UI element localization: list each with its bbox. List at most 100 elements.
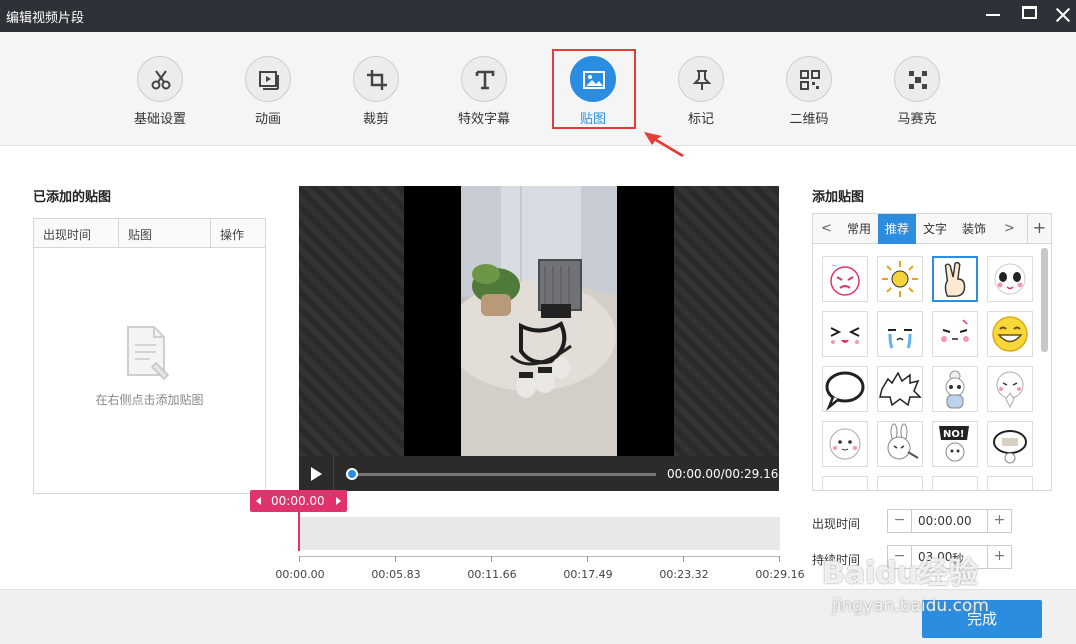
timeline-tick xyxy=(395,556,396,562)
column-appear-time: 出现时间 xyxy=(43,228,92,242)
empty-document-icon xyxy=(127,326,170,381)
sticker-partial-icon[interactable] xyxy=(822,476,868,490)
play-frame-icon xyxy=(259,71,279,90)
tool-crop[interactable]: 裁剪 xyxy=(331,52,421,130)
sticker-angry-icon[interactable]: ~ xyxy=(822,256,868,302)
tabs-next-icon[interactable]: > xyxy=(1004,221,1015,236)
tool-label: 基础设置 xyxy=(133,112,186,127)
title-bar: 编辑视频片段 xyxy=(0,0,1076,32)
tool-animation[interactable]: 动画 xyxy=(223,52,313,130)
column-actions: 操作 xyxy=(220,228,245,242)
appear-time-increment[interactable]: + xyxy=(987,510,1011,532)
player-controls: 00:00.00/00:29.16 xyxy=(299,456,779,491)
svg-text:~: ~ xyxy=(831,261,838,270)
column-separator xyxy=(210,219,211,248)
timeline-tick-label: 00:29.16 xyxy=(755,568,805,581)
tab-common[interactable]: 常用 xyxy=(841,214,877,244)
minimize-button[interactable] xyxy=(975,0,1009,32)
tool-circle xyxy=(245,56,291,102)
tool-circle xyxy=(678,56,724,102)
column-sticker: 贴图 xyxy=(128,228,153,242)
sticker-partial-icon[interactable] xyxy=(987,476,1033,490)
appear-time-stepper[interactable]: − 00:00.00 + xyxy=(887,509,1012,533)
qrcode-icon xyxy=(800,70,820,90)
sticker-smirk-face-icon[interactable] xyxy=(932,311,978,357)
add-sticker-button[interactable]: + xyxy=(1027,214,1051,244)
mosaic-icon xyxy=(909,71,927,89)
sticker-partial-icon[interactable] xyxy=(932,476,978,490)
appear-time-decrement[interactable]: − xyxy=(888,510,912,532)
timeline-tick xyxy=(587,556,588,562)
timeline-tick xyxy=(683,556,684,562)
tool-label: 裁剪 xyxy=(362,112,389,127)
tabs-prev-icon[interactable]: < xyxy=(821,221,832,236)
sticker-scrollbar[interactable] xyxy=(1041,248,1048,352)
sticker-panda-face-icon[interactable] xyxy=(987,256,1033,302)
watermark-url: jingyan.baidu.com xyxy=(832,596,989,616)
sticker-text-bubble-icon[interactable] xyxy=(987,421,1033,467)
sticker-crying-face-icon[interactable] xyxy=(877,311,923,357)
sticker-praying-bun-icon[interactable] xyxy=(987,366,1033,412)
sticker-grandma-icon[interactable] xyxy=(932,366,978,412)
sticker-squint-face-icon[interactable] xyxy=(822,311,868,357)
timeline-playhead-label[interactable]: 00:00.00 xyxy=(250,490,347,512)
tool-label: 动画 xyxy=(254,112,281,127)
tool-text-effects[interactable]: 特效字幕 xyxy=(439,52,529,130)
tool-bar: 基础设置 动画 裁剪 特效字幕 贴图 标记 二维码 马赛克 xyxy=(0,32,1076,146)
tool-label: 二维码 xyxy=(789,112,829,127)
minimize-icon xyxy=(986,14,1000,16)
tool-mosaic[interactable]: 马赛克 xyxy=(872,52,962,130)
timeline-tick xyxy=(491,556,492,562)
duration-increment[interactable]: + xyxy=(987,546,1011,568)
scissors-icon xyxy=(151,70,171,90)
sticker-grin-emoji-icon[interactable] xyxy=(987,311,1033,357)
red-arrow-annotation xyxy=(644,132,684,157)
window-title: 编辑视频片段 xyxy=(6,11,85,26)
column-separator xyxy=(118,219,119,248)
playhead-left-arrow-icon[interactable] xyxy=(256,497,261,505)
appear-time-label: 出现时间 xyxy=(812,517,861,531)
tool-circle xyxy=(353,56,399,102)
tool-circle xyxy=(786,56,832,102)
video-preview: 00:00.00/00:29.16 xyxy=(299,186,779,491)
timeline-tick-label: 00:05.83 xyxy=(371,568,421,581)
sticker-bunny-icon[interactable] xyxy=(877,421,923,467)
close-button[interactable] xyxy=(1044,0,1076,32)
sticker-highlight-box xyxy=(552,49,636,129)
timeline-track[interactable] xyxy=(300,517,780,550)
sticker-picker: < 常用 推荐 文字 装饰 > + ~ NO! xyxy=(812,213,1052,491)
tool-label: 马赛克 xyxy=(897,112,937,127)
added-stickers-table: 出现时间 贴图 操作 在右侧点击添加贴图 xyxy=(33,218,266,494)
timeline-tick xyxy=(299,556,300,562)
pushpin-icon xyxy=(692,70,712,90)
sticker-no-sign-icon[interactable]: NO! xyxy=(932,421,978,467)
sticker-shout-bubble-icon[interactable] xyxy=(877,366,923,412)
tool-mark[interactable]: 标记 xyxy=(656,52,746,130)
playhead-right-arrow-icon[interactable] xyxy=(336,497,341,505)
added-stickers-title: 已添加的贴图 xyxy=(33,190,112,205)
tool-circle xyxy=(894,56,940,102)
tool-circle xyxy=(461,56,507,102)
tab-recommended[interactable]: 推荐 xyxy=(878,214,916,244)
sticker-speech-bubble-icon[interactable] xyxy=(822,366,868,412)
watermark-brand: Baidu经验 xyxy=(822,556,979,591)
tool-circle xyxy=(137,56,183,102)
appear-time-value[interactable]: 00:00.00 xyxy=(918,514,972,528)
maximize-button[interactable] xyxy=(1011,0,1045,32)
seek-bar[interactable] xyxy=(351,473,656,476)
play-button[interactable] xyxy=(311,467,322,481)
timeline-tick-label: 00:17.49 xyxy=(563,568,613,581)
tool-basic-settings[interactable]: 基础设置 xyxy=(115,52,205,130)
video-frame xyxy=(461,186,617,456)
sticker-sun-icon[interactable] xyxy=(877,256,923,302)
tab-text[interactable]: 文字 xyxy=(917,214,953,244)
player-timecode: 00:00.00/00:29.16 xyxy=(667,467,779,481)
crop-icon xyxy=(367,70,387,90)
seek-handle[interactable] xyxy=(346,468,358,480)
tab-decoration[interactable]: 装饰 xyxy=(955,214,993,244)
timeline-tick-label: 00:11.66 xyxy=(467,568,517,581)
sticker-victory-hand-icon[interactable] xyxy=(932,256,978,302)
tool-qrcode[interactable]: 二维码 xyxy=(764,52,854,130)
sticker-bun-face-icon[interactable] xyxy=(822,421,868,467)
sticker-partial-icon[interactable] xyxy=(877,476,923,490)
